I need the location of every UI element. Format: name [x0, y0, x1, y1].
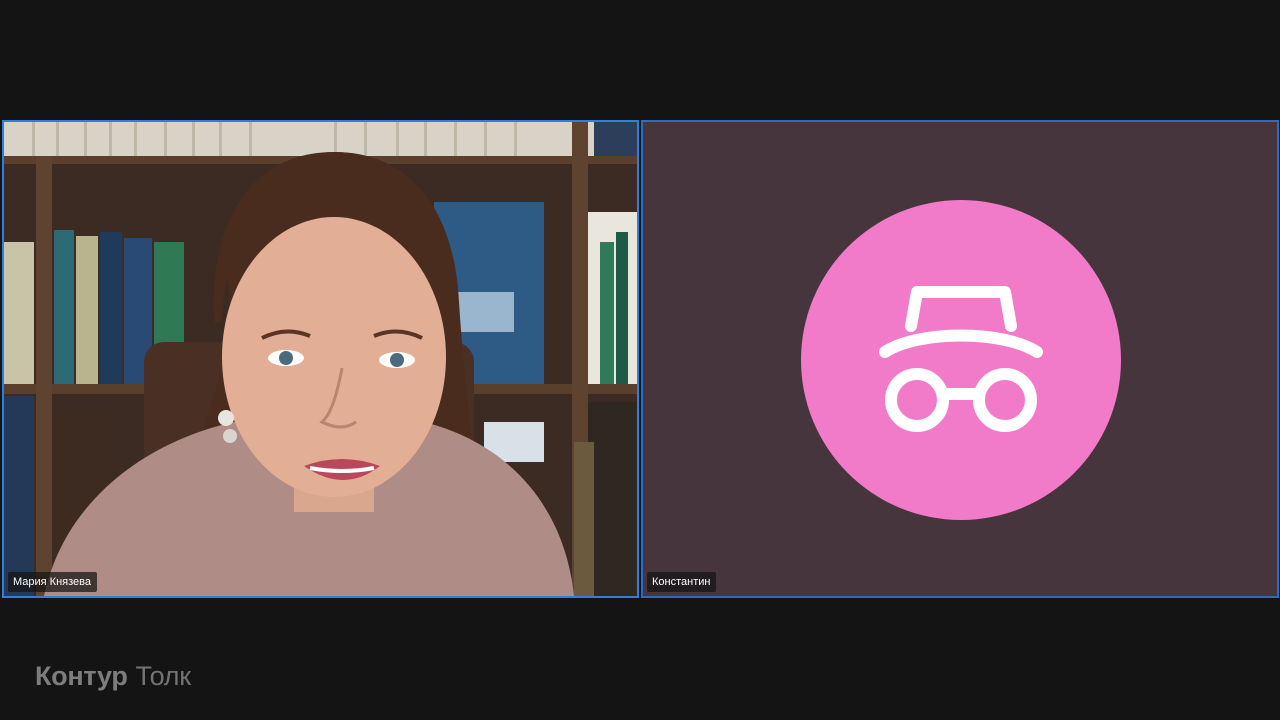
- incognito-icon: [879, 286, 1043, 432]
- brand-logo: Контур Толк: [35, 658, 191, 694]
- participant-name-tag: Константин: [647, 572, 717, 592]
- conference-stage: Мария Князева Константин Контур Толк: [0, 0, 1280, 720]
- participant-name-tag: Мария Князева: [8, 572, 97, 592]
- brand-primary: Контур: [35, 661, 128, 691]
- avatar: [801, 200, 1121, 520]
- participant-tile-konstantin[interactable]: Константин: [641, 120, 1279, 598]
- participant-tile-maria[interactable]: Мария Князева: [2, 120, 639, 598]
- brand-secondary: Толк: [135, 661, 191, 691]
- participant-video: [4, 122, 637, 596]
